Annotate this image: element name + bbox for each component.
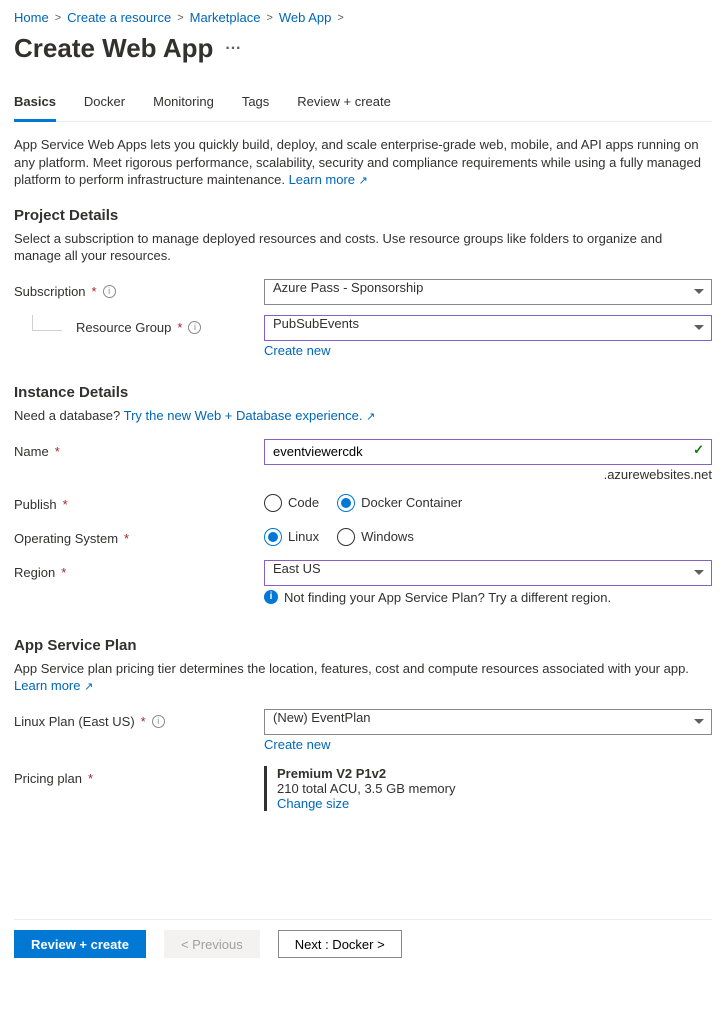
pricing-plan-box: Premium V2 P1v2 210 total ACU, 3.5 GB me… [264, 766, 712, 811]
domain-suffix: .azurewebsites.net [264, 467, 712, 482]
required-marker: * [141, 714, 146, 729]
info-icon: i [264, 590, 278, 604]
publish-label: Publish [14, 497, 57, 512]
app-service-plan-heading: App Service Plan [14, 637, 712, 654]
tab-monitoring[interactable]: Monitoring [153, 88, 214, 121]
os-label: Operating System [14, 531, 118, 546]
required-marker: * [177, 320, 182, 335]
region-hint: i Not finding your App Service Plan? Try… [264, 590, 712, 605]
external-link-icon: ↗ [366, 411, 375, 423]
more-actions-icon[interactable]: ··· [225, 40, 241, 58]
chevron-right-icon: > [266, 12, 272, 24]
project-details-heading: Project Details [14, 207, 712, 224]
region-label: Region [14, 565, 55, 580]
info-icon[interactable]: i [103, 285, 116, 298]
required-marker: * [92, 284, 97, 299]
subscription-select[interactable]: Azure Pass - Sponsorship [264, 279, 712, 305]
chevron-right-icon: > [337, 12, 343, 24]
chevron-right-icon: > [177, 12, 183, 24]
resource-group-label: Resource Group [76, 320, 171, 335]
required-marker: * [124, 531, 129, 546]
external-link-icon: ↗ [359, 175, 368, 187]
required-marker: * [88, 771, 93, 786]
tab-docker[interactable]: Docker [84, 88, 125, 121]
os-radio-group: Linux Windows [264, 528, 712, 546]
info-icon[interactable]: i [152, 715, 165, 728]
indent-line [32, 315, 62, 331]
breadcrumb-web-app[interactable]: Web App [279, 10, 332, 25]
name-label: Name [14, 444, 49, 459]
os-windows-radio[interactable]: Windows [337, 528, 414, 546]
chevron-right-icon: > [55, 12, 61, 24]
breadcrumb-create-resource[interactable]: Create a resource [67, 10, 171, 25]
os-linux-radio[interactable]: Linux [264, 528, 319, 546]
tab-review-create[interactable]: Review + create [297, 88, 391, 121]
required-marker: * [63, 497, 68, 512]
linux-plan-label: Linux Plan (East US) [14, 714, 135, 729]
next-docker-button[interactable]: Next : Docker > [278, 930, 402, 958]
region-select[interactable]: East US [264, 560, 712, 586]
learn-more-link[interactable]: Learn more ↗ [14, 678, 93, 693]
breadcrumb-home[interactable]: Home [14, 10, 49, 25]
resource-group-select[interactable]: PubSubEvents [264, 315, 712, 341]
publish-docker-radio[interactable]: Docker Container [337, 494, 462, 512]
subscription-label: Subscription [14, 284, 86, 299]
publish-radio-group: Code Docker Container [264, 494, 712, 512]
instance-details-heading: Instance Details [14, 384, 712, 401]
previous-button: < Previous [164, 930, 260, 958]
required-marker: * [61, 565, 66, 580]
instance-db-prompt: Need a database? Try the new Web + Datab… [14, 407, 712, 425]
required-marker: * [55, 444, 60, 459]
breadcrumb-marketplace[interactable]: Marketplace [190, 10, 261, 25]
learn-more-link[interactable]: Learn more ↗ [289, 172, 368, 187]
review-create-button[interactable]: Review + create [14, 930, 146, 958]
pricing-tier-title: Premium V2 P1v2 [277, 766, 712, 781]
info-icon[interactable]: i [188, 321, 201, 334]
change-size-link[interactable]: Change size [277, 796, 349, 811]
pricing-specs: 210 total ACU, 3.5 GB memory [277, 781, 712, 796]
footer: Review + create < Previous Next : Docker… [14, 919, 712, 970]
external-link-icon: ↗ [84, 681, 93, 693]
tab-basics[interactable]: Basics [14, 88, 56, 122]
create-new-plan-link[interactable]: Create new [264, 737, 330, 752]
tab-tags[interactable]: Tags [242, 88, 269, 121]
breadcrumb: Home > Create a resource > Marketplace >… [14, 8, 712, 31]
name-input[interactable] [264, 439, 712, 465]
project-details-desc: Select a subscription to manage deployed… [14, 230, 712, 265]
tabs: Basics Docker Monitoring Tags Review + c… [14, 88, 712, 122]
page-title: Create Web App ··· [14, 33, 712, 64]
pricing-plan-label: Pricing plan [14, 771, 82, 786]
create-new-resource-group-link[interactable]: Create new [264, 343, 330, 358]
publish-code-radio[interactable]: Code [264, 494, 319, 512]
try-web-database-link[interactable]: Try the new Web + Database experience. ↗ [124, 408, 376, 423]
linux-plan-select[interactable]: (New) EventPlan [264, 709, 712, 735]
app-service-plan-desc: App Service plan pricing tier determines… [14, 660, 712, 695]
intro-text: App Service Web Apps lets you quickly bu… [14, 136, 712, 189]
